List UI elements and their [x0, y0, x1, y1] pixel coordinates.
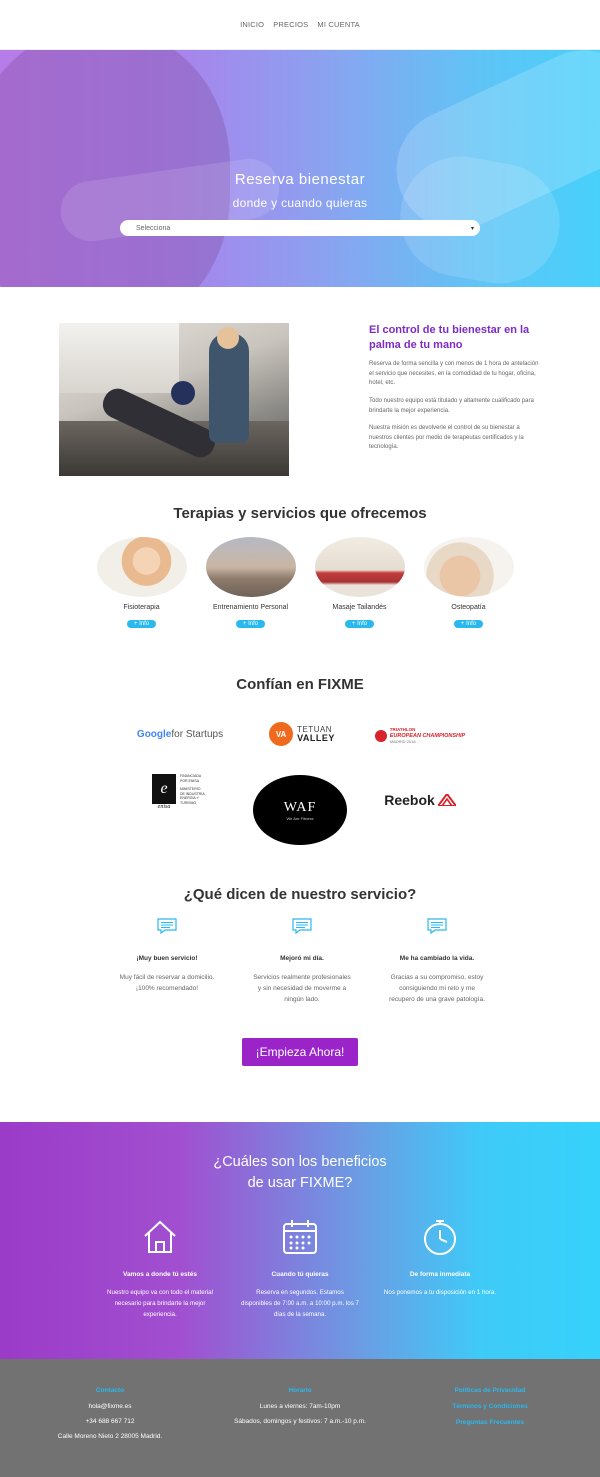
- benefit-title: Vamos a donde tú estés: [122, 1271, 198, 1278]
- nav-mi-cuenta[interactable]: MI CUENTA: [317, 20, 360, 29]
- testimonial-title: Mejoró mi día.: [280, 955, 324, 962]
- testimonial: Mejoró mi día. Servicios realmente profe…: [252, 918, 352, 1005]
- testimonial-body: Muy fácil de reservar a domicilio. ¡100%…: [119, 974, 215, 992]
- intro-title: El control de tu bienestar en la palma d…: [369, 324, 530, 351]
- privacy-policy-link[interactable]: Políticas de Privacidad: [430, 1387, 550, 1394]
- service-label: Fisioterapia: [123, 604, 160, 611]
- trainer-photo: [59, 323, 289, 476]
- footer-hours-weekend: Sábados, domingos y festivos: 7 a.m.-10 …: [234, 1418, 366, 1425]
- intro-paragraph: Todo nuestro equipo está titulado y alta…: [369, 398, 534, 414]
- home-icon: [144, 1220, 176, 1253]
- benefit-item: Vamos a donde tú estés Nuestro equipo va…: [100, 1218, 220, 1320]
- services-title: Terapias y servicios que ofrecemos: [173, 505, 427, 522]
- benefit-item: Cuando tú quieras Reserva en segundos. E…: [240, 1218, 360, 1320]
- footer-phone[interactable]: +34 688 667 712: [40, 1418, 180, 1425]
- top-navigation: INICIO PRECIOS MI CUENTA: [0, 0, 600, 50]
- reebok-delta-icon: [437, 794, 456, 806]
- service-info-button[interactable]: + Info: [235, 620, 266, 628]
- google-for-startups-logo: Google for Startups: [136, 728, 224, 740]
- clock-icon: [424, 1220, 456, 1255]
- faq-link[interactable]: Preguntas Frecuentes: [430, 1419, 550, 1426]
- testimonial-title: Me ha cambiado la vida.: [399, 955, 475, 962]
- benefit-body: Nos ponemos a tu disposición en 1 hora.: [383, 1289, 497, 1296]
- footer-hours-weekdays: Lunes a viernes: 7am-10pm: [259, 1403, 341, 1410]
- service-label: Entrenamiento Personal: [212, 604, 289, 611]
- footer-address: Calle Moreno Nieto 2 28005 Madrid.: [57, 1433, 163, 1440]
- testimonials-title: ¿Qué dicen de nuestro servicio?: [183, 886, 417, 903]
- footer-hours-heading: Horario: [288, 1387, 312, 1394]
- speech-bubble-icon: [157, 918, 177, 935]
- testimonial-body: Servicios realmente profesionales y sin …: [253, 974, 351, 1003]
- masaje-photo: [314, 537, 405, 597]
- testimonial: ¡Muy buen servicio! Muy fácil de reserva…: [117, 918, 217, 1005]
- tetuan-valley-logo: VA TETUAN VALLEY: [262, 720, 342, 748]
- testimonials-list: ¡Muy buen servicio! Muy fácil de reserva…: [117, 918, 487, 1005]
- benefits-title: ¿Cuáles son los beneficios de usar FIXME…: [213, 1154, 387, 1191]
- services-list: Fisioterapia + Info Entrenamiento Person…: [95, 537, 515, 637]
- osteopatia-photo: [423, 537, 514, 597]
- testimonial-body: Gracias a su compromiso, estoy consiguie…: [389, 974, 485, 1003]
- speech-bubble-icon: [427, 918, 447, 935]
- partners-title: Confían en FIXME: [236, 676, 364, 693]
- benefits-section: ¿Cuáles son los beneficios de usar FIXME…: [0, 1122, 600, 1359]
- triathlon-emblem-icon: [374, 730, 387, 742]
- fisioterapia-photo: [96, 537, 187, 597]
- dropdown-arrow-icon: ▾: [470, 225, 474, 232]
- benefit-body: Nuestro equipo va con todo el material n…: [107, 1289, 213, 1318]
- footer-email[interactable]: hola@fixme.es: [40, 1403, 180, 1410]
- enisa-logo: e enisa FINANCIADA POR ENISA MINISTERIO …: [150, 774, 208, 820]
- footer-contact-heading: Contacto: [95, 1387, 125, 1394]
- hero-subtitle: donde y cuando quieras: [232, 196, 368, 210]
- hero-title: Reserva bienestar: [234, 171, 366, 188]
- nav-precios[interactable]: PRECIOS: [273, 20, 308, 29]
- empieza-ahora-button[interactable]: ¡Empieza Ahora!: [242, 1038, 358, 1066]
- service-card: Masaje Tailandés + Info: [313, 537, 406, 637]
- service-info-button[interactable]: + Info: [126, 620, 157, 628]
- footer-contact: Contacto hola@fixme.es +34 688 667 712 C…: [40, 1387, 180, 1448]
- footer-links: Políticas de Privacidad Términos y Condi…: [430, 1387, 550, 1435]
- service-card: Entrenamiento Personal + Info: [204, 537, 297, 637]
- we-are-fitness-logo: WAF We Are Fitness: [253, 775, 347, 845]
- calendar-icon: [283, 1220, 317, 1254]
- footer: Contacto hola@fixme.es +34 688 667 712 C…: [0, 1359, 600, 1477]
- hero-banner: Reserva bienestar donde y cuando quieras…: [0, 50, 600, 287]
- reebok-logo: Reebok: [378, 789, 462, 811]
- speech-bubble-icon: [292, 918, 312, 935]
- service-info-button[interactable]: + Info: [344, 620, 375, 628]
- triathlon-championship-logo: TRIATHLON EUROPEAN CHAMPIONSHIP MADRID 2…: [374, 726, 466, 746]
- service-card: Fisioterapia + Info: [95, 537, 188, 637]
- benefit-item: De forma inmediata Nos ponemos a tu disp…: [380, 1218, 500, 1298]
- service-info-button[interactable]: + Info: [453, 620, 484, 628]
- intro-section: El control de tu bienestar en la palma d…: [59, 323, 549, 478]
- testimonial: Me ha cambiado la vida. Gracias a su com…: [387, 918, 487, 1005]
- testimonial-title: ¡Muy buen servicio!: [136, 955, 198, 962]
- service-label: Osteopatía: [451, 604, 486, 611]
- service-select-value: Selecciona: [136, 224, 171, 232]
- service-card: Osteopatía + Info: [422, 537, 515, 637]
- nav-inicio[interactable]: INICIO: [240, 20, 264, 29]
- intro-paragraph: Nuestra misión es devolverle el control …: [369, 425, 524, 450]
- intro-paragraph: Reserva de forma sencilla y con menos de…: [369, 361, 539, 386]
- benefit-title: De forma inmediata: [409, 1271, 471, 1278]
- benefit-body: Reserva en segundos. Estamos disponibles…: [241, 1289, 359, 1318]
- service-select[interactable]: Selecciona ▾: [120, 220, 480, 236]
- service-label: Masaje Tailandés: [332, 604, 387, 611]
- footer-hours: Horario Lunes a viernes: 7am-10pm Sábado…: [220, 1387, 380, 1433]
- entrenamiento-photo: [205, 537, 296, 597]
- benefit-title: Cuando tú quieras: [271, 1271, 329, 1278]
- terms-link[interactable]: Términos y Condiciones: [430, 1403, 550, 1410]
